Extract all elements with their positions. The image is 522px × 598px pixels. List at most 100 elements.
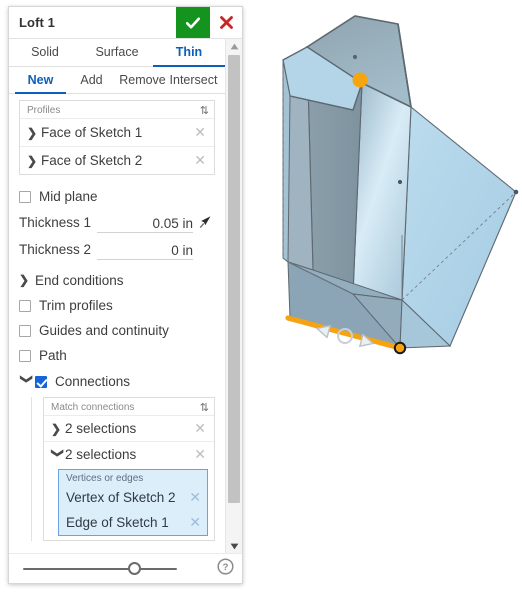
profile-label: Face of Sketch 2 bbox=[41, 153, 143, 168]
path-label: Path bbox=[39, 348, 67, 363]
chevron-right-icon[interactable]: ❯ bbox=[27, 154, 41, 168]
match-connection-label: 2 selections bbox=[65, 421, 137, 436]
vertices-or-edges-box: Vertices or edges Vertex of Sketch 2 ✕ E… bbox=[58, 469, 208, 536]
dialog-content: Solid Surface Thin New Add Remove Inters… bbox=[9, 39, 225, 553]
opacity-slider[interactable] bbox=[23, 561, 217, 577]
dialog-form: Profiles ⇅ ❯ Face of Sketch 1 ✕ ❯ Face o… bbox=[9, 94, 225, 541]
thickness-2-value: 0 in bbox=[171, 242, 193, 258]
tab-add[interactable]: Add bbox=[66, 67, 117, 94]
mid-plane-row[interactable]: Mid plane bbox=[19, 184, 215, 209]
end-conditions-row[interactable]: ❯ End conditions bbox=[19, 267, 215, 293]
match-connection-group-2[interactable]: ❯ 2 selections ✕ bbox=[44, 441, 214, 467]
help-icon[interactable]: ? bbox=[217, 557, 234, 580]
selection-label: Vertex of Sketch 2 bbox=[66, 490, 176, 505]
profile-row-face-of-sketch-2[interactable]: ❯ Face of Sketch 2 ✕ bbox=[20, 146, 214, 174]
match-connections-label: Match connections bbox=[51, 402, 135, 413]
accept-button[interactable] bbox=[176, 7, 210, 38]
thickness-2-row: Thickness 2 0 in bbox=[19, 236, 215, 263]
selection-row-vertex-of-sketch-2[interactable]: Vertex of Sketch 2 ✕ bbox=[59, 485, 207, 510]
chevron-right-icon[interactable]: ❯ bbox=[19, 273, 35, 287]
sort-updown-icon[interactable]: ⇅ bbox=[200, 401, 209, 414]
match-connections-box: Match connections ⇅ ❯ 2 selections ✕ ❯ 2… bbox=[43, 397, 215, 541]
flip-direction-icon[interactable] bbox=[193, 214, 215, 231]
tab-surface[interactable]: Surface bbox=[81, 39, 153, 67]
face-right-large[interactable] bbox=[401, 105, 517, 347]
sort-updown-icon[interactable]: ⇅ bbox=[200, 104, 209, 117]
remove-icon[interactable]: ✕ bbox=[192, 420, 208, 437]
slider-track[interactable] bbox=[23, 567, 177, 570]
close-x-icon bbox=[219, 16, 233, 29]
model-3d[interactable] bbox=[250, 0, 522, 598]
edge-endpoint-handle[interactable] bbox=[393, 341, 407, 355]
tab-remove[interactable]: Remove bbox=[117, 67, 168, 94]
thickness-1-value: 0.05 in bbox=[152, 215, 193, 231]
checkmark-icon bbox=[185, 17, 201, 28]
chevron-right-icon[interactable]: ❯ bbox=[27, 126, 41, 140]
chevron-down-icon[interactable]: ❯ bbox=[51, 448, 65, 462]
profiles-selection-box: Profiles ⇅ ❯ Face of Sketch 1 ✕ ❯ Face o… bbox=[19, 100, 215, 175]
match-connection-label: 2 selections bbox=[65, 447, 137, 462]
tabs-primary: Solid Surface Thin bbox=[9, 39, 225, 67]
match-connection-group-1[interactable]: ❯ 2 selections ✕ bbox=[44, 415, 214, 441]
match-connections-header: Match connections ⇅ bbox=[44, 398, 214, 415]
remove-icon[interactable]: ✕ bbox=[192, 152, 208, 169]
profiles-label: Profiles bbox=[27, 105, 61, 116]
guides-and-continuity-label: Guides and continuity bbox=[39, 323, 169, 338]
path-row[interactable]: Path bbox=[19, 343, 215, 368]
end-conditions-label: End conditions bbox=[35, 272, 124, 288]
chevron-down-icon[interactable]: ❯ bbox=[20, 374, 34, 390]
loft-dialog-panel: Loft 1 Solid Surface Thin New Add Remove… bbox=[8, 6, 243, 584]
arrow-cursor-icon bbox=[199, 216, 210, 229]
connections-label: Connections bbox=[55, 374, 131, 389]
connections-checkbox[interactable] bbox=[35, 375, 47, 388]
dialog-body: Solid Surface Thin New Add Remove Inters… bbox=[9, 39, 242, 553]
tab-solid[interactable]: Solid bbox=[9, 39, 81, 67]
question-mark-circle-icon: ? bbox=[217, 557, 234, 575]
remove-icon[interactable]: ✕ bbox=[189, 489, 201, 506]
scrollbar-thumb[interactable] bbox=[228, 55, 240, 503]
connections-row[interactable]: ❯ Connections bbox=[19, 368, 215, 395]
vertex-dot-top[interactable] bbox=[352, 54, 358, 60]
path-checkbox[interactable] bbox=[19, 349, 31, 362]
remove-icon[interactable]: ✕ bbox=[189, 514, 201, 531]
thickness-1-input[interactable]: 0.05 in bbox=[97, 213, 193, 233]
thickness-1-label: Thickness 1 bbox=[19, 215, 92, 230]
trim-profiles-label: Trim profiles bbox=[39, 298, 113, 313]
tab-intersect[interactable]: Intersect bbox=[168, 67, 219, 94]
dialog-footer: ? bbox=[9, 553, 242, 583]
remove-icon[interactable]: ✕ bbox=[192, 446, 208, 463]
vertex-dot-right[interactable] bbox=[513, 189, 519, 195]
highlighted-vertex[interactable] bbox=[352, 72, 368, 88]
thickness-2-label: Thickness 2 bbox=[19, 242, 92, 257]
selection-row-edge-of-sketch-1[interactable]: Edge of Sketch 1 ✕ bbox=[59, 510, 207, 535]
scroll-down-arrow-icon[interactable] bbox=[226, 539, 242, 553]
profile-label: Face of Sketch 1 bbox=[41, 125, 143, 140]
solid-body[interactable] bbox=[282, 15, 519, 350]
guides-and-continuity-checkbox[interactable] bbox=[19, 324, 31, 337]
mid-plane-checkbox[interactable] bbox=[19, 190, 31, 203]
svg-text:?: ? bbox=[223, 562, 229, 573]
tab-thin[interactable]: Thin bbox=[153, 39, 225, 67]
connections-nested-group: Match connections ⇅ ❯ 2 selections ✕ ❯ 2… bbox=[31, 397, 215, 541]
trim-profiles-row[interactable]: Trim profiles bbox=[19, 293, 215, 318]
cancel-button[interactable] bbox=[210, 7, 242, 38]
dialog-titlebar: Loft 1 bbox=[9, 7, 242, 39]
thickness-2-input[interactable]: 0 in bbox=[97, 240, 193, 260]
profile-row-face-of-sketch-1[interactable]: ❯ Face of Sketch 1 ✕ bbox=[20, 118, 214, 146]
tab-new[interactable]: New bbox=[15, 67, 66, 94]
graphics-viewport[interactable] bbox=[250, 0, 522, 598]
tabs-secondary: New Add Remove Intersect bbox=[9, 67, 225, 94]
vertex-dot-mid[interactable] bbox=[397, 179, 403, 185]
scrollbar-track[interactable] bbox=[226, 53, 242, 539]
remove-icon[interactable]: ✕ bbox=[192, 124, 208, 141]
guides-and-continuity-row[interactable]: Guides and continuity bbox=[19, 318, 215, 343]
trim-profiles-checkbox[interactable] bbox=[19, 299, 31, 312]
app-root: Loft 1 Solid Surface Thin New Add Remove… bbox=[0, 0, 522, 598]
dialog-title: Loft 1 bbox=[19, 15, 55, 30]
dialog-scrollbar[interactable] bbox=[225, 39, 242, 553]
slider-knob[interactable] bbox=[127, 562, 141, 575]
selection-label: Edge of Sketch 1 bbox=[66, 515, 169, 530]
scroll-up-arrow-icon[interactable] bbox=[226, 39, 242, 53]
thickness-1-row: Thickness 1 0.05 in bbox=[19, 209, 215, 236]
chevron-right-icon[interactable]: ❯ bbox=[51, 422, 65, 436]
